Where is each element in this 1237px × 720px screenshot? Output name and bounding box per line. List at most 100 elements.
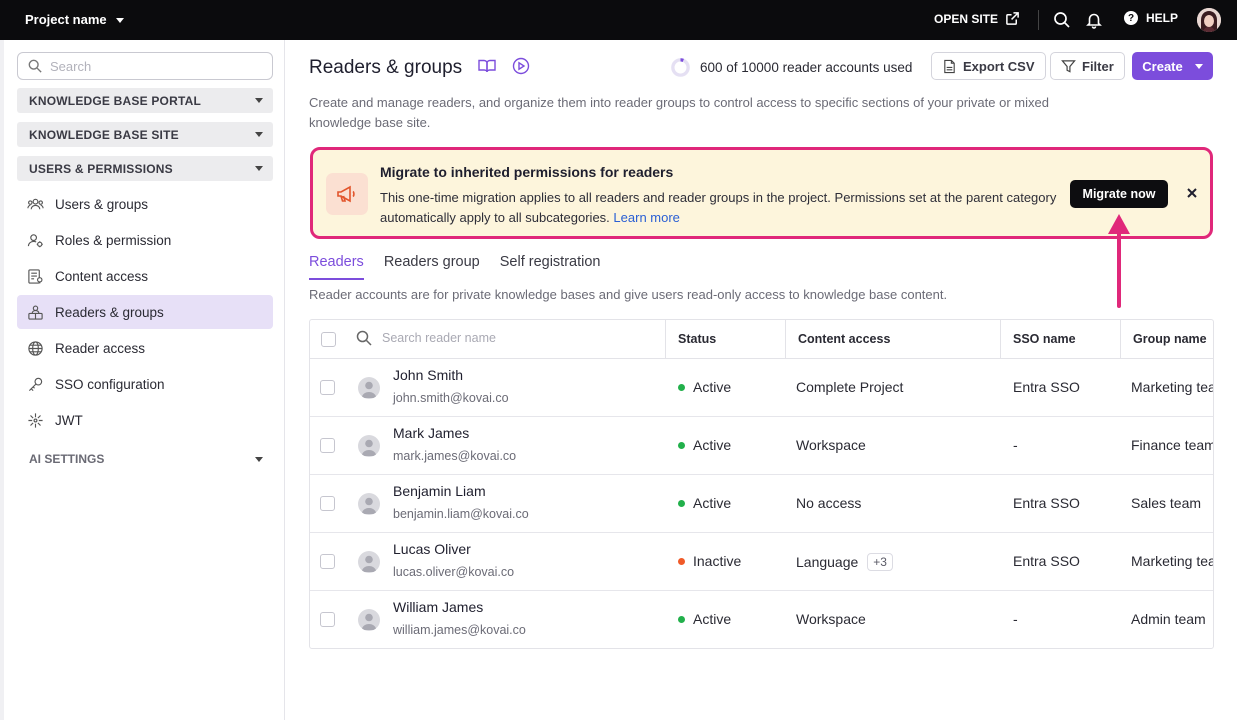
person-icon [361,613,377,630]
filter-icon [1061,59,1076,73]
sso-name-cell: Entra SSO [1013,553,1080,569]
more-count-badge[interactable]: +3 [867,553,893,571]
chevron-down-icon [115,18,124,23]
column-divider [1120,320,1121,359]
top-bar: Project name OPEN SITE ? HELP [0,0,1237,40]
readers-subtitle: Reader accounts are for private knowledg… [309,287,948,302]
content-access-cell: Complete Project [796,379,903,395]
create-button[interactable]: Create [1132,52,1213,80]
sidebar-item-label: JWT [55,412,83,428]
content-access-value: No access [796,495,862,511]
status-label: Active [693,437,732,453]
jwt-icon [28,412,43,428]
reader-email: benjamin.liam@kovai.co [393,507,529,521]
avatar-image [1197,8,1221,32]
readers-table: Status Content access SSO name Group nam… [309,319,1214,649]
table-search[interactable] [356,330,582,346]
status-label: Active [693,611,732,627]
content-access-icon [28,268,43,284]
learn-more-link[interactable]: Learn more [613,210,679,225]
reader-name[interactable]: Benjamin Liam [393,483,486,499]
section-knowledge-base-portal[interactable]: KNOWLEDGE BASE PORTAL [17,88,273,113]
reader-name[interactable]: William James [393,599,483,615]
sidebar-item-reader-access[interactable]: Reader access [17,331,273,365]
filter-button[interactable]: Filter [1050,52,1125,80]
play-video-icon[interactable] [511,56,531,76]
reader-email: john.smith@kovai.co [393,391,509,405]
table-row[interactable]: Benjamin Liam benjamin.liam@kovai.co Act… [310,475,1213,533]
sidebar-item-content-access[interactable]: Content access [17,259,273,293]
section-ai-settings[interactable]: AI SETTINGS [17,445,273,473]
row-checkbox[interactable] [320,438,335,453]
section-knowledge-base-site[interactable]: KNOWLEDGE BASE SITE [17,122,273,147]
section-users-permissions[interactable]: USERS & PERMISSIONS [17,156,273,181]
filter-label: Filter [1082,58,1114,74]
page-title: Readers & groups [309,57,463,78]
globe-icon [28,340,43,356]
tab-self-registration[interactable]: Self registration [500,254,601,278]
chevron-down-icon [255,132,263,137]
sidebar-item-label: Users & groups [55,196,149,212]
tab-readers[interactable]: Readers [309,254,364,280]
migrate-now-button[interactable]: Migrate now [1070,180,1168,208]
sidebar-search-input[interactable] [50,58,250,74]
sso-name-cell: - [1013,611,1018,627]
status-dot [678,499,685,507]
bell-icon[interactable] [1085,11,1103,29]
group-name-cell: Marketing team [1131,553,1213,569]
row-checkbox[interactable] [320,612,335,627]
sidebar-item-label: Roles & permission [55,232,172,248]
sidebar-edge [0,40,4,720]
status-dot [678,615,685,623]
sidebar-item-readers-groups[interactable]: Readers & groups [17,295,273,329]
section-label: KNOWLEDGE BASE SITE [29,127,179,142]
status-dot [678,557,685,565]
sidebar-search[interactable] [17,52,273,80]
sidebar-item-users-groups[interactable]: Users & groups [17,187,273,221]
sidebar-item-roles-permission[interactable]: Roles & permission [17,223,273,257]
close-icon[interactable] [1184,185,1200,201]
reader-email: mark.james@kovai.co [393,449,517,463]
table-row[interactable]: Mark James mark.james@kovai.co Active Wo… [310,417,1213,475]
reader-name[interactable]: John Smith [393,367,463,383]
usage-text: 600 of 10000 reader accounts used [700,60,913,75]
row-checkbox[interactable] [320,554,335,569]
sidebar-item-label: SSO configuration [55,376,165,392]
column-header-group-name: Group name [1133,332,1207,346]
chevron-down-icon [255,456,263,462]
megaphone-icon [326,173,368,215]
row-checkbox[interactable] [320,380,335,395]
book-icon[interactable] [477,56,497,76]
sidebar-item-label: Reader access [55,340,146,356]
topbar-divider [1038,10,1039,30]
table-row[interactable]: William James william.james@kovai.co Act… [310,591,1213,648]
export-csv-button[interactable]: Export CSV [931,52,1046,80]
search-icon[interactable] [1053,11,1071,29]
project-selector[interactable]: Project name [25,12,124,27]
table-row[interactable]: Lucas Oliver lucas.oliver@kovai.co Inact… [310,533,1213,591]
banner-text: This one-time migration applies to all r… [380,188,1060,228]
content-access-cell: Language +3 [796,553,893,571]
usage-ring-icon [671,58,690,77]
column-header-content-access: Content access [798,332,891,346]
sidebar-item-jwt[interactable]: JWT [17,403,273,437]
reader-name[interactable]: Mark James [393,425,469,441]
banner-message: This one-time migration applies to all r… [380,190,1057,225]
open-site-button[interactable]: OPEN SITE [934,11,1020,26]
user-avatar[interactable] [1197,8,1221,32]
tab-readers-group[interactable]: Readers group [384,254,480,278]
reader-name[interactable]: Lucas Oliver [393,541,471,557]
table-row[interactable]: John Smith john.smith@kovai.co Active Co… [310,359,1213,417]
help-label: HELP [1146,11,1179,25]
sidebar-item-sso-configuration[interactable]: SSO configuration [17,367,273,401]
table-header: Status Content access SSO name Group nam… [310,320,1213,359]
help-button[interactable]: ? HELP [1124,11,1178,25]
row-checkbox[interactable] [320,496,335,511]
content-access-value: Complete Project [796,379,904,395]
group-name-cell: Marketing team [1131,379,1213,395]
content-access-cell: Workspace [796,437,866,453]
reader-search-input[interactable] [382,331,582,345]
sidebar-item-label: Readers & groups [55,304,164,320]
select-all-checkbox[interactable] [321,332,336,347]
user-gear-icon [27,233,43,247]
